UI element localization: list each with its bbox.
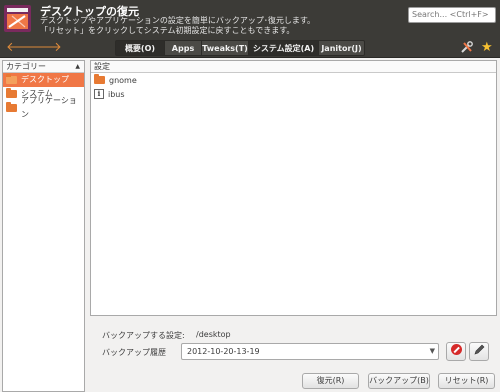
edit-icon — [474, 344, 485, 354]
backup-history-value: 2012-10-20-13-19 — [187, 347, 260, 356]
folder-icon — [6, 102, 17, 112]
category-list: カテゴリー ▲ デスクトップ システム アプリケーション — [2, 60, 85, 392]
backup-setting-value: /desktop — [196, 330, 231, 339]
category-header-label: カテゴリー — [6, 62, 46, 71]
folder-icon — [94, 74, 105, 84]
delete-icon — [450, 344, 462, 355]
reset-button[interactable]: リセット(R) — [438, 373, 495, 389]
settings-item-gnome[interactable]: gnome — [91, 73, 496, 87]
toolbar: 🡐 🡒 概要(O) Apps Tweaks(T) システム設定(A) Janit… — [0, 38, 500, 58]
page-description: デスクトップやアプリケーションの設定を簡単にバックアップ･復元します。 「リセッ… — [40, 16, 315, 36]
tab-system-settings[interactable]: システム設定(A) — [249, 40, 319, 56]
settings-item-label: gnome — [109, 75, 137, 85]
description-line: デスクトップやアプリケーションの設定を簡単にバックアップ･復元します。 — [40, 16, 316, 25]
tab-apps[interactable]: Apps — [165, 40, 202, 56]
settings-header-label: 設定 — [94, 62, 110, 71]
desktop-recovery-logo-icon — [4, 5, 31, 32]
sort-ascending-icon: ▲ — [75, 63, 80, 70]
description-line: 「リセット」をクリックしてシステム初期設定に戻すこともできます。 — [40, 26, 295, 35]
backup-history-select[interactable]: 2012-10-20-13-19 ▼ — [181, 343, 439, 360]
settings-list: 設定 gnome i ibus — [90, 60, 497, 316]
settings-column-header[interactable]: 設定 — [91, 61, 496, 73]
star-icon[interactable]: ★ — [481, 40, 493, 56]
search-input[interactable]: Search... <Ctrl+F> — [408, 7, 496, 23]
chevron-down-icon: ▼ — [429, 347, 435, 355]
folder-icon — [6, 88, 17, 98]
settings-item-label: ibus — [108, 89, 125, 99]
delete-backup-button[interactable] — [446, 342, 466, 361]
tab-janitor[interactable]: Janitor(J) — [319, 40, 365, 56]
tab-tweaks[interactable]: Tweaks(T) — [202, 40, 249, 56]
category-item-label: デスクトップ — [21, 75, 69, 84]
backup-setting-label: バックアップする設定: — [102, 331, 185, 340]
category-item-label: アプリケーション — [21, 96, 77, 119]
settings-item-ibus[interactable]: i ibus — [91, 87, 496, 101]
backup-button[interactable]: バックアップ(B) — [368, 373, 430, 389]
tools-icon[interactable] — [460, 40, 474, 54]
tab-bar: 概要(O) Apps Tweaks(T) システム設定(A) Janitor(J… — [115, 40, 365, 56]
right-arrow-icon[interactable]: 🡒 — [27, 40, 62, 55]
tab-overview[interactable]: 概要(O) — [115, 40, 165, 56]
info-icon: i — [94, 89, 104, 99]
category-item-applications[interactable]: アプリケーション — [3, 96, 84, 119]
app-header: デスクトップの復元 デスクトップやアプリケーションの設定を簡単にバックアップ･復… — [0, 0, 500, 38]
backup-history-label: バックアップ履歴 — [102, 348, 166, 357]
category-item-desktop[interactable]: デスクトップ — [3, 73, 84, 87]
restore-button[interactable]: 復元(R) — [302, 373, 359, 389]
folder-icon — [6, 74, 17, 84]
category-column-header[interactable]: カテゴリー ▲ — [3, 61, 84, 73]
edit-backup-button[interactable] — [469, 342, 489, 361]
